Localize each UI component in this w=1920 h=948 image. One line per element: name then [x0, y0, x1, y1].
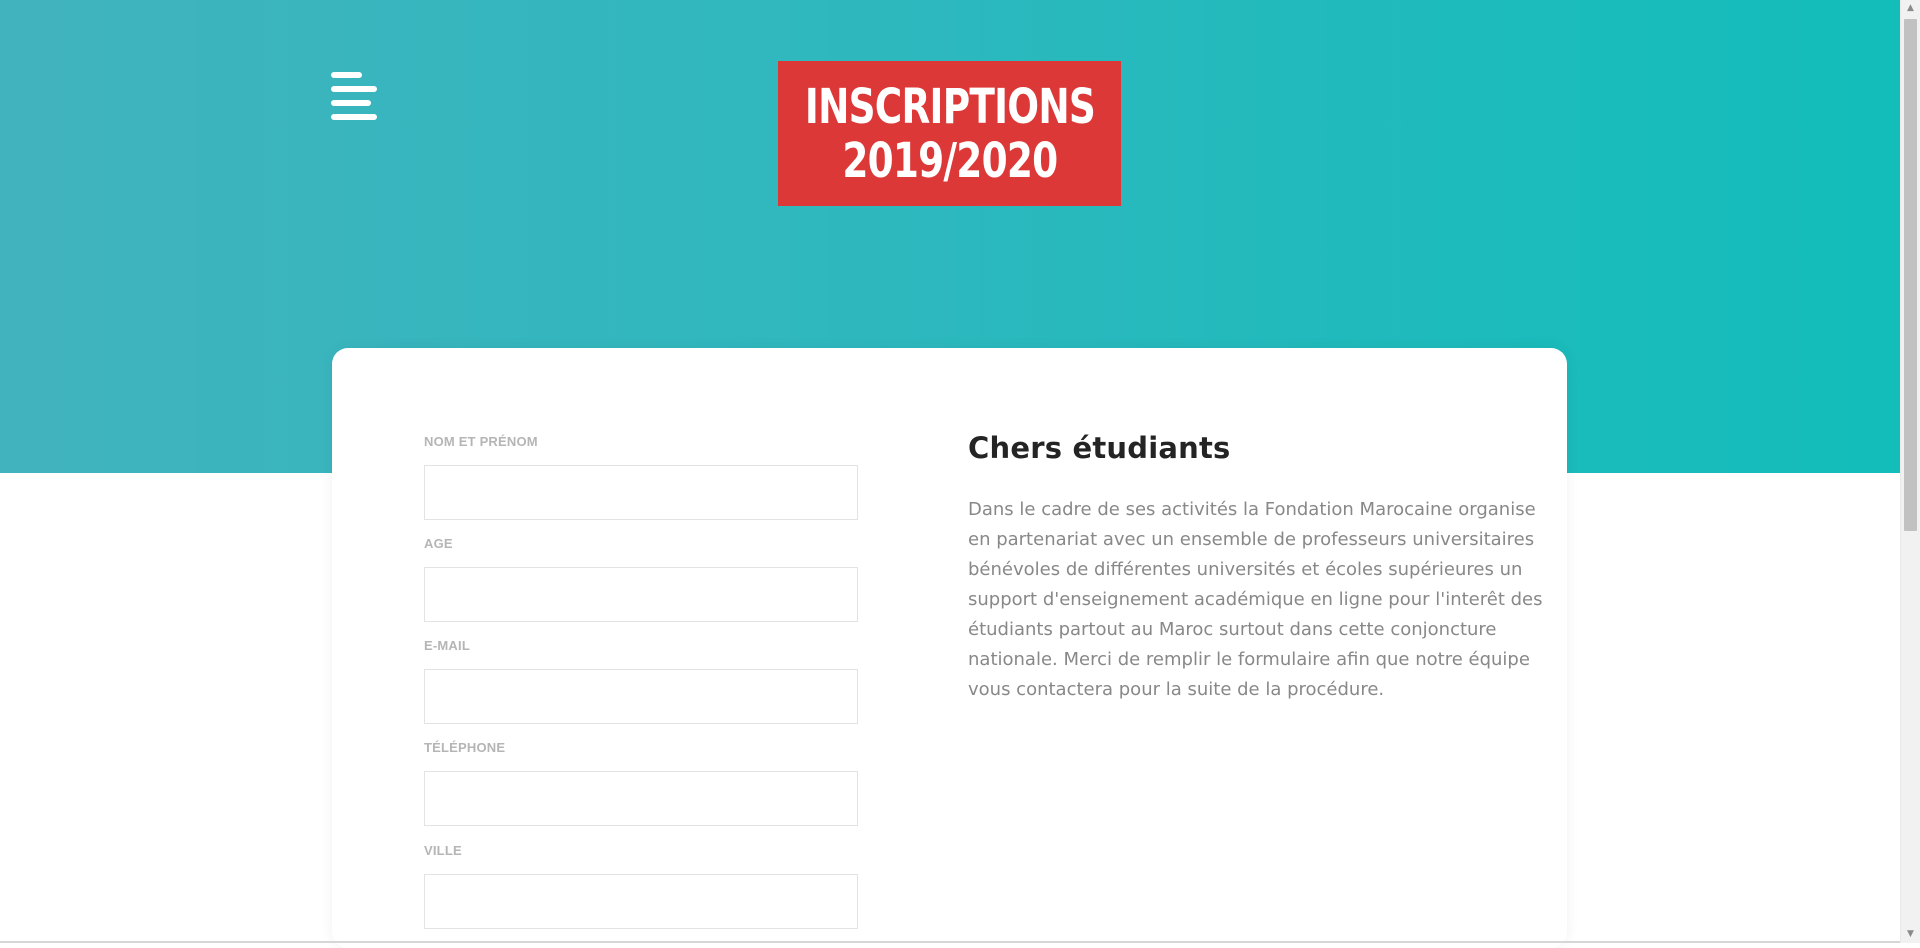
field-label: E-MAIL — [424, 638, 470, 653]
intro-section: Chers étudiants Dans le cadre de ses act… — [968, 431, 1548, 705]
telephone-input[interactable] — [424, 771, 858, 826]
field-label: AGE — [424, 536, 453, 551]
intro-text: Dans le cadre de ses activités la Fondat… — [968, 499, 1543, 700]
field-email: E-MAIL — [424, 638, 858, 724]
email-input[interactable] — [424, 669, 858, 724]
scroll-up-arrow-icon[interactable]: ▲ — [1901, 0, 1920, 17]
field-nom-prenom: NOM ET PRÉNOM — [424, 434, 858, 520]
field-ville: VILLE — [424, 843, 858, 929]
field-label: TÉLÉPHONE — [424, 740, 506, 755]
scrollbar-thumb[interactable] — [1904, 19, 1917, 531]
registration-card: NOM ET PRÉNOM AGE E-MAIL TÉLÉPHONE VILLE… — [332, 348, 1567, 948]
field-label: NOM ET PRÉNOM — [424, 434, 538, 449]
logo-line-1: INSCRIPTIONS — [804, 78, 1095, 135]
intro-title: Chers étudiants — [968, 431, 1231, 465]
field-telephone: TÉLÉPHONE — [424, 740, 858, 826]
field-label: VILLE — [424, 843, 462, 858]
hamburger-menu-icon[interactable] — [331, 72, 377, 120]
logo-line-2: 2019/2020 — [841, 132, 1058, 189]
page-scrollbar[interactable]: ▲ ▼ — [1900, 0, 1920, 943]
scroll-down-arrow-icon[interactable]: ▼ — [1901, 926, 1920, 943]
nom-prenom-input[interactable] — [424, 465, 858, 520]
age-input[interactable] — [424, 567, 858, 622]
ville-input[interactable] — [424, 874, 858, 929]
inscriptions-logo: INSCRIPTIONS 2019/2020 — [778, 61, 1121, 206]
field-age: AGE — [424, 536, 858, 622]
